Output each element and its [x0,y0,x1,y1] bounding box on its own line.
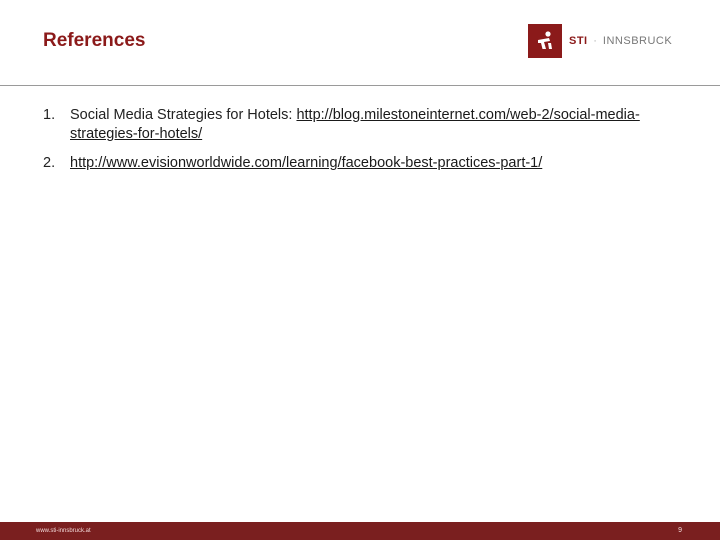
logo-location: INNSBRUCK [602,35,673,47]
footer-bar: www.sti-innsbruck.at 9 [0,522,720,540]
reference-text: Social Media Strategies for Hotels: [70,107,297,123]
reference-item: 1. Social Media Strategies for Hotels: h… [43,106,683,144]
reference-body: http://www.evisionworldwide.com/learning… [70,154,683,173]
reference-item: 2. http://www.evisionworldwide.com/learn… [43,154,683,173]
header-divider [0,85,720,86]
sti-innsbruck-logo: STI · INNSBRUCK [528,23,672,59]
reference-number: 2. [43,155,56,171]
page-number: 9 [678,527,682,534]
reference-link[interactable]: http://www.evisionworldwide.com/learning… [70,155,542,171]
reference-body: Social Media Strategies for Hotels: http… [70,106,683,144]
logo-separator: · [593,35,598,47]
page-title: References [43,30,146,51]
sti-figure-icon [528,24,562,58]
reference-number: 1. [43,107,56,123]
references-list: 1. Social Media Strategies for Hotels: h… [43,106,683,183]
footer-url: www.sti-innsbruck.at [36,528,91,534]
logo-brand: STI [569,35,588,47]
logo-wordmark: STI · INNSBRUCK [569,35,672,47]
